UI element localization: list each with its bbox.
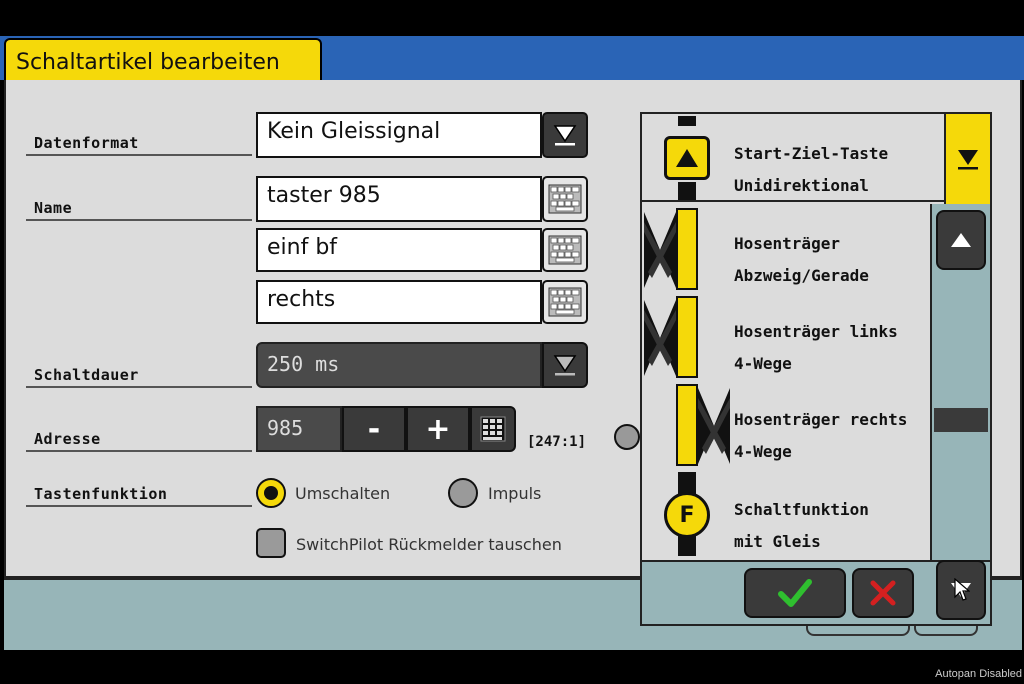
scrollbar-thumb[interactable] — [934, 408, 988, 432]
keypad-icon — [480, 416, 506, 442]
list-item-line2: 4-Wege — [734, 354, 792, 373]
switch-function-icon: F — [664, 492, 710, 538]
datenformat-select[interactable]: Kein Gleissignal — [256, 112, 542, 158]
schaltdauer-dropdown-button[interactable] — [542, 342, 588, 388]
keyboard-icon — [548, 184, 582, 214]
track-gap — [672, 180, 702, 182]
crossover-icon — [698, 388, 730, 464]
window-title-tab: Schaltartikel bearbeiten — [4, 38, 322, 82]
list-collapse-button[interactable] — [944, 114, 990, 204]
name-field-1[interactable]: taster 985 — [256, 176, 542, 222]
keyboard-icon — [548, 235, 582, 265]
crossover-icon — [644, 212, 676, 288]
track-yellow-bar — [676, 208, 698, 290]
ok-button[interactable] — [744, 568, 846, 618]
schaltdauer-select[interactable]: 250 ms — [256, 342, 542, 388]
adresse-minus-button[interactable]: - — [342, 406, 406, 452]
autopan-status: Autopan Disabled — [935, 668, 1022, 680]
scroll-up-button[interactable] — [936, 210, 986, 270]
list-item-line2: Abzweig/Gerade — [734, 266, 869, 285]
arrow-up-icon — [676, 149, 698, 167]
name-label: Name — [26, 199, 252, 221]
list-item-line1: Schaltfunktion — [734, 500, 869, 519]
arrow-up-icon — [951, 233, 971, 247]
chevron-down-icon — [553, 125, 577, 146]
start-ziel-icon — [664, 136, 710, 180]
chevron-down-icon — [553, 355, 577, 376]
check-icon — [778, 579, 812, 607]
cancel-button[interactable] — [852, 568, 914, 618]
keyboard-button-1[interactable] — [542, 176, 588, 222]
list-item-line1: Hosenträger — [734, 234, 840, 253]
switchpilot-label: SwitchPilot Rückmelder tauschen — [296, 535, 562, 554]
datenformat-label: Datenformat — [26, 134, 252, 156]
track-yellow-bar — [676, 384, 698, 466]
adresse-plus-button[interactable]: + — [406, 406, 470, 452]
track-yellow-bar — [676, 296, 698, 378]
list-header-line2: Unidirektional — [734, 176, 869, 195]
impuls-label: Impuls — [488, 484, 542, 503]
list-item-line1: Hosenträger rechts — [734, 410, 908, 429]
name-field-2[interactable]: einf bf — [256, 228, 542, 272]
crossover-icon — [644, 300, 676, 376]
list-item-line2: 4-Wege — [734, 442, 792, 461]
keyboard-icon — [548, 287, 582, 317]
umschalten-label: Umschalten — [295, 484, 391, 503]
close-icon — [870, 580, 896, 606]
keyboard-button-3[interactable] — [542, 280, 588, 324]
adresse-field[interactable]: 985 — [256, 406, 342, 452]
list-item-line1: Hosenträger links — [734, 322, 898, 341]
radio-selected-dot — [264, 486, 278, 500]
track-gap — [672, 126, 702, 136]
keypad-button[interactable] — [470, 406, 516, 452]
list-item-line2: mit Gleis — [734, 532, 821, 551]
adresse-label: Adresse — [26, 430, 252, 452]
mouse-cursor-icon — [954, 578, 970, 601]
list-header-line1: Start-Ziel-Taste — [734, 144, 889, 163]
switchpilot-checkbox[interactable] — [256, 528, 286, 558]
datenformat-dropdown-button[interactable] — [542, 112, 588, 158]
tastenfunktion-label: Tastenfunktion — [26, 485, 252, 507]
status-indicator — [614, 424, 640, 450]
name-field-3[interactable]: rechts — [256, 280, 542, 324]
schaltdauer-label: Schaltdauer — [26, 366, 252, 388]
umschalten-radio[interactable] — [256, 478, 286, 508]
keyboard-button-2[interactable] — [542, 228, 588, 272]
adresse-info: [247:1] — [527, 434, 587, 450]
impuls-radio[interactable] — [448, 478, 478, 508]
chevron-down-icon — [958, 150, 978, 170]
